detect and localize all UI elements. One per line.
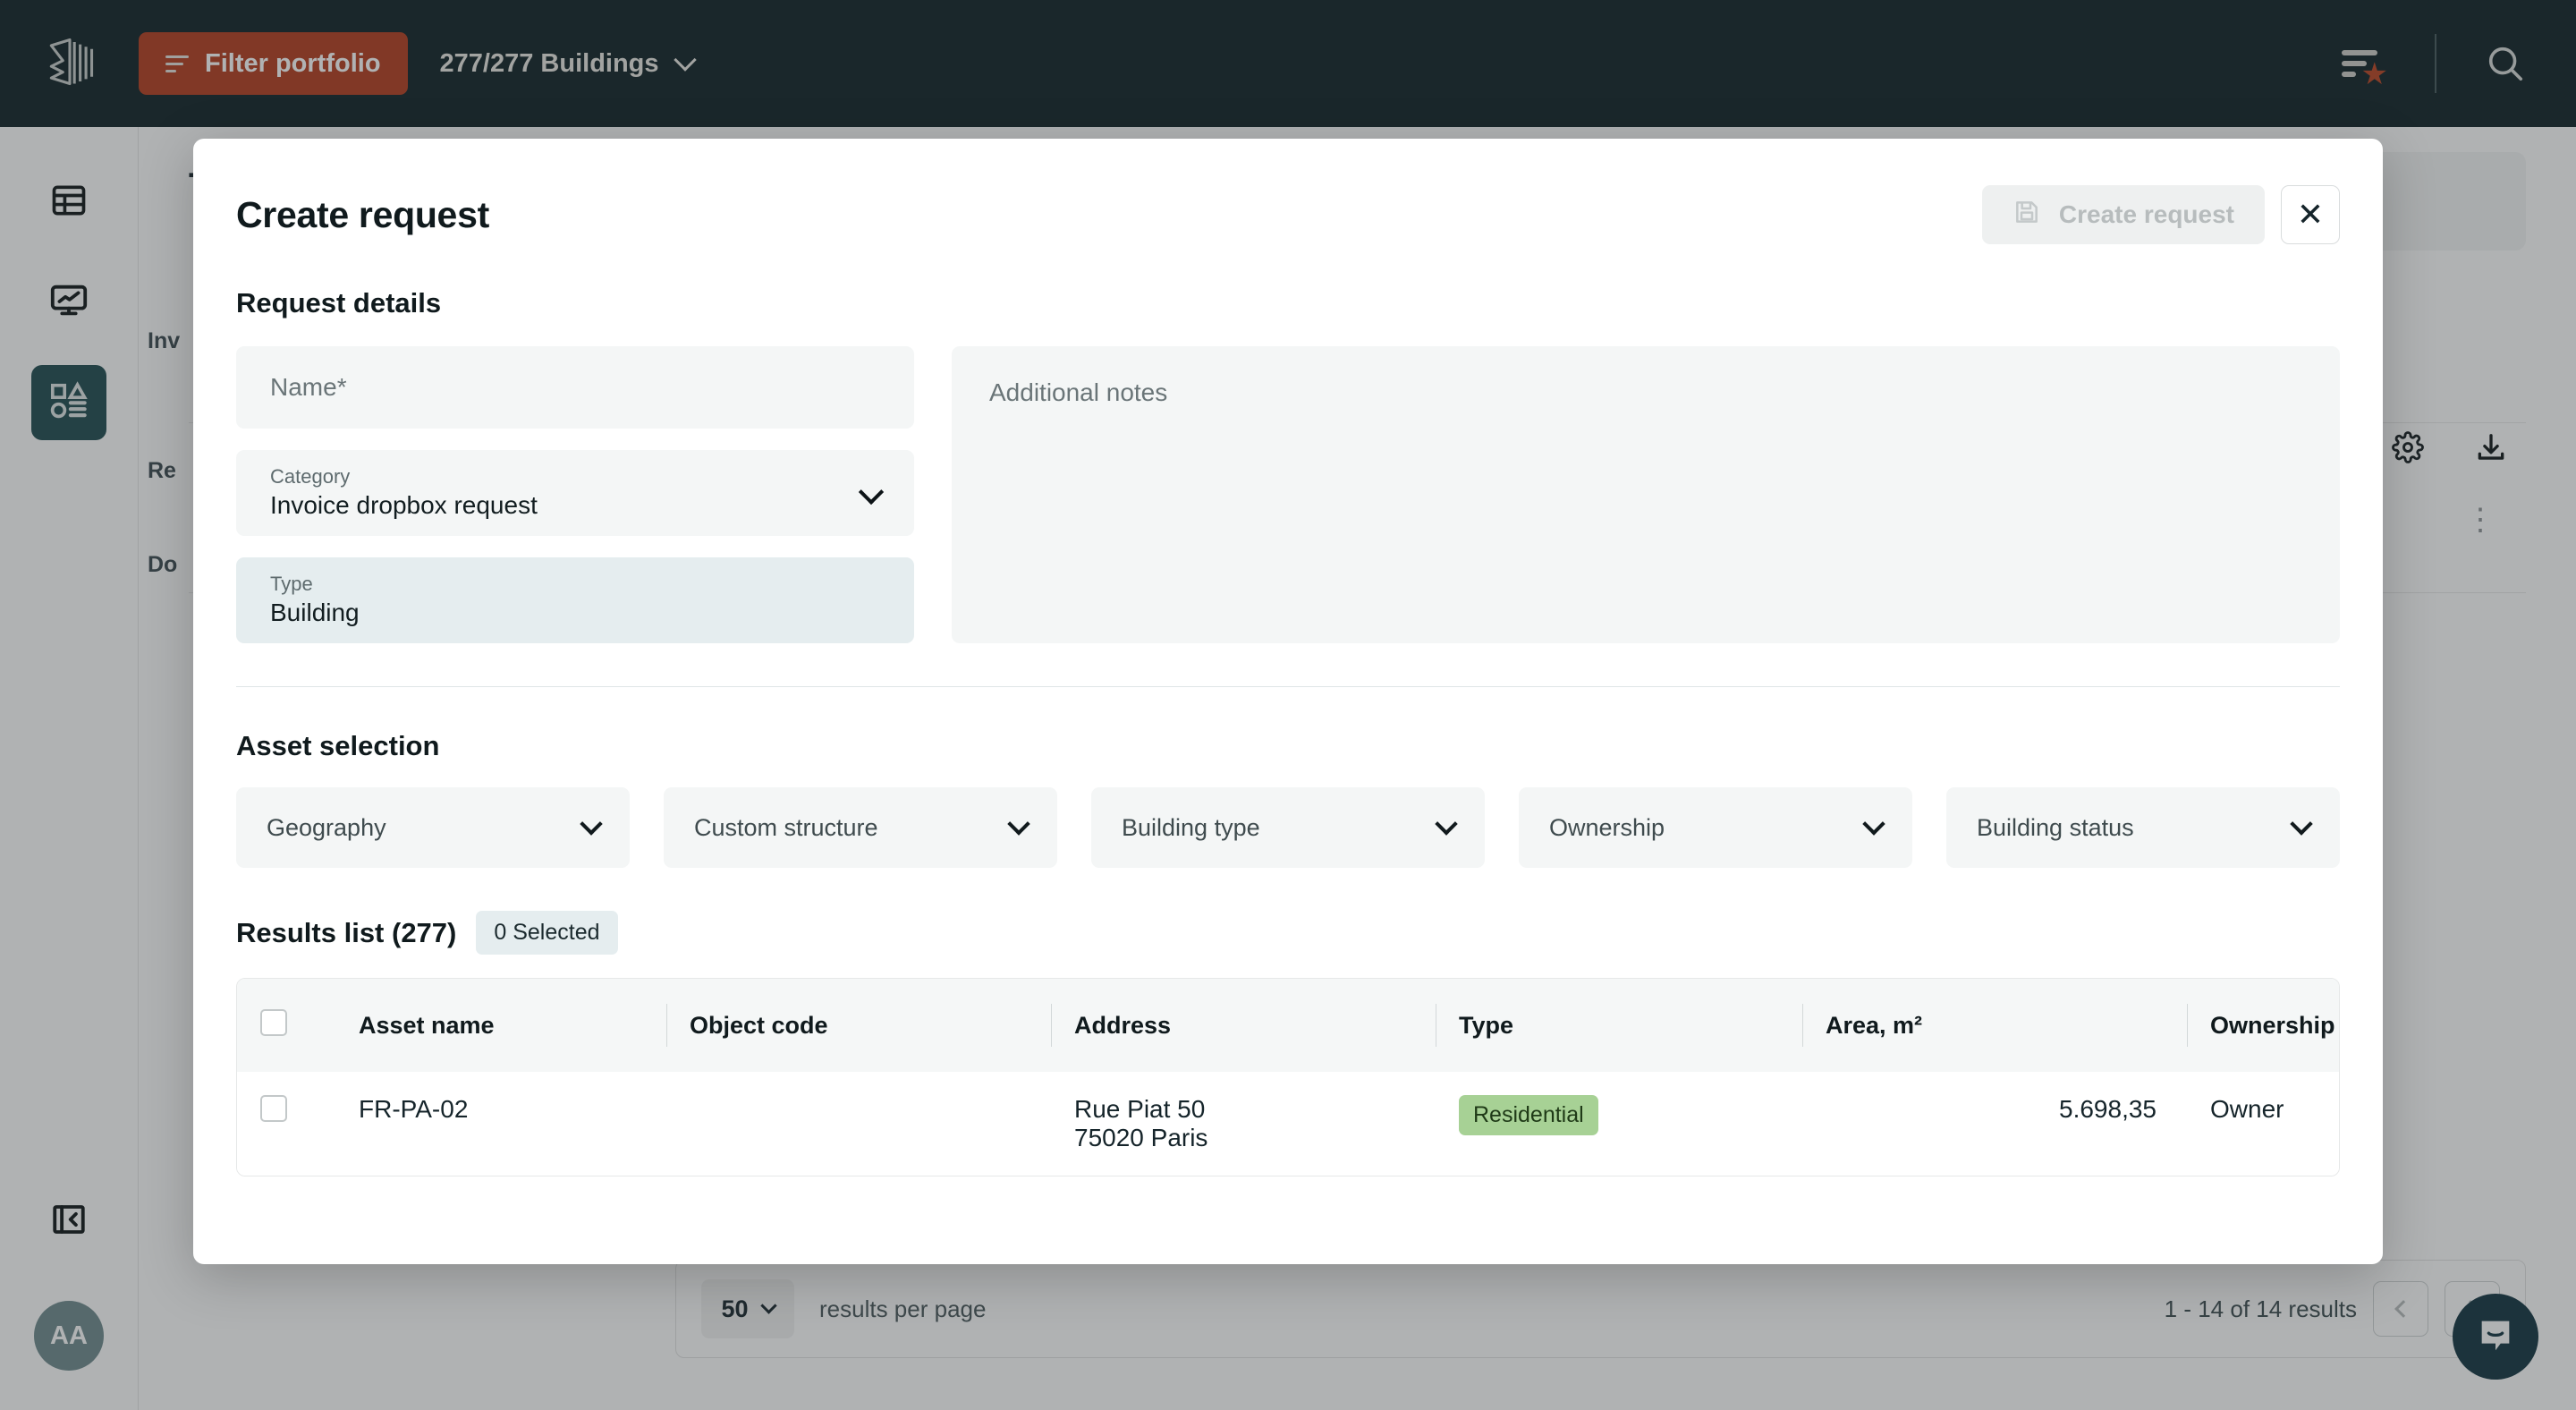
type-field-value: Building — [270, 598, 360, 626]
filter-geography[interactable]: Geography — [236, 787, 630, 868]
column-area[interactable]: Area, m² — [1802, 979, 2187, 1072]
column-ownership-label: Ownership — [2210, 1011, 2335, 1039]
additional-notes-field[interactable]: Additional notes — [952, 346, 2340, 643]
category-field[interactable]: Category Invoice dropbox request — [236, 450, 914, 536]
filter-custom-structure-label: Custom structure — [694, 813, 878, 841]
request-details-heading: Request details — [236, 287, 442, 319]
chevron-down-icon — [1862, 812, 1885, 836]
chevron-down-icon — [580, 812, 603, 836]
filter-building-status-label: Building status — [1977, 813, 2134, 841]
filter-building-type-label: Building type — [1122, 813, 1260, 841]
name-field[interactable]: Name* — [236, 346, 914, 429]
cell-ownership: Owner — [2187, 1072, 2339, 1176]
category-field-label: Category — [270, 465, 351, 488]
column-address-label: Address — [1074, 1011, 1172, 1039]
filter-ownership-label: Ownership — [1549, 813, 1665, 841]
table-header-row: Asset name Object code Address Type Area… — [237, 979, 2339, 1072]
column-address[interactable]: Address — [1051, 979, 1436, 1072]
type-field: Type Building — [236, 557, 914, 643]
cell-asset-name: FR-PA-02 — [335, 1072, 666, 1176]
asset-filters-row: Geography Custom structure Building type… — [236, 787, 2340, 868]
address-line-2: 75020 Paris — [1074, 1124, 1208, 1151]
results-table: Asset name Object code Address Type Area… — [237, 979, 2339, 1176]
modal-title: Create request — [236, 193, 489, 235]
filter-custom-structure[interactable]: Custom structure — [664, 787, 1057, 868]
selected-count-badge: 0 Selected — [476, 911, 618, 955]
column-area-label: Area, m² — [1826, 1011, 1923, 1039]
select-all-header — [237, 979, 335, 1072]
table-row[interactable]: FR-PA-02 Rue Piat 50 75020 Paris Residen… — [237, 1072, 2339, 1176]
create-request-button[interactable]: Create request — [1981, 185, 2265, 244]
asset-selection-heading: Asset selection — [236, 730, 440, 761]
column-type[interactable]: Type — [1436, 979, 1802, 1072]
cell-area: 5.698,35 — [1802, 1072, 2187, 1176]
cell-address: Rue Piat 50 75020 Paris — [1051, 1072, 1436, 1176]
modal-header: Create request Create request ✕ — [236, 139, 2340, 244]
type-badge: Residential — [1459, 1095, 1598, 1135]
results-header: Results list (277) 0 Selected — [236, 911, 2340, 955]
chevron-down-icon — [1435, 812, 1458, 836]
row-select-checkbox[interactable] — [260, 1095, 287, 1122]
row-checkbox-cell — [237, 1072, 335, 1176]
results-list-title: Results list (277) — [236, 916, 457, 948]
additional-notes-placeholder: Additional notes — [989, 378, 1168, 406]
section-divider — [236, 686, 2340, 687]
name-field-placeholder: Name* — [270, 373, 347, 401]
address-line-1: Rue Piat 50 — [1074, 1095, 1206, 1123]
save-icon — [2012, 198, 2041, 233]
filter-building-type[interactable]: Building type — [1091, 787, 1485, 868]
filter-geography-label: Geography — [267, 813, 386, 841]
column-type-label: Type — [1459, 1011, 1514, 1039]
cell-object-code — [666, 1072, 1051, 1176]
type-field-label: Type — [270, 573, 313, 596]
close-modal-button[interactable]: ✕ — [2281, 185, 2340, 244]
column-object-code-label: Object code — [690, 1011, 828, 1039]
cell-type: Residential — [1436, 1072, 1802, 1176]
column-ownership[interactable]: Ownership — [2187, 979, 2339, 1072]
close-icon: ✕ — [2296, 196, 2325, 233]
column-object-code[interactable]: Object code — [666, 979, 1051, 1072]
create-request-modal: Create request Create request ✕ Request … — [193, 139, 2383, 1264]
select-all-checkbox[interactable] — [260, 1008, 287, 1036]
results-table-wrapper: Asset name Object code Address Type Area… — [236, 978, 2340, 1176]
filter-ownership[interactable]: Ownership — [1519, 787, 1912, 868]
filter-building-status[interactable]: Building status — [1946, 787, 2340, 868]
request-details-grid: Name* Category Invoice dropbox request T… — [236, 346, 2340, 643]
chevron-down-icon — [2290, 812, 2313, 836]
create-request-label: Create request — [2058, 200, 2234, 228]
column-asset-name[interactable]: Asset name — [335, 979, 666, 1072]
category-field-value: Invoice dropbox request — [270, 490, 538, 519]
chevron-down-icon — [1007, 812, 1030, 836]
